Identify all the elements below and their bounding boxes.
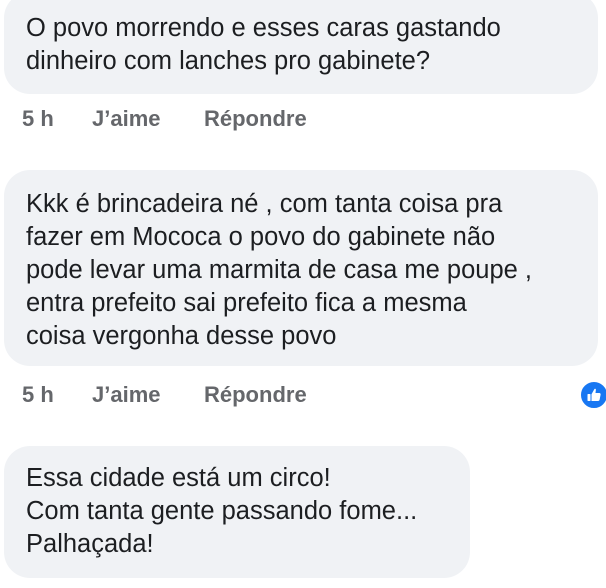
- comment-bubble: O povo morrendo e esses caras gastando d…: [4, 0, 598, 94]
- reaction-summary[interactable]: 3: [579, 380, 606, 410]
- comment-timestamp[interactable]: 5 h: [22, 380, 54, 410]
- comment-text-line: fazer em Mococa o povo do gabinete não: [26, 223, 496, 251]
- comment-text-line: Com tanta gente passando fome...: [26, 497, 418, 525]
- reply-button[interactable]: Répondre: [204, 104, 307, 134]
- comment-actions: 5 h J’aime Répondre 3: [22, 380, 606, 410]
- reply-button[interactable]: Répondre: [204, 380, 307, 410]
- comment-text-line: O povo morrendo e esses caras gastando: [26, 14, 501, 42]
- comment-timestamp[interactable]: 5 h: [22, 104, 54, 134]
- comment-text-line: dinheiro com lanches pro gabinete?: [26, 47, 431, 75]
- comment-text-line: Palhaçada!: [26, 530, 154, 558]
- comment-text-line: pode levar uma marmita de casa me poupe …: [26, 256, 533, 284]
- comment-text-line: Essa cidade está um circo!: [26, 464, 331, 492]
- thumbs-up-icon: [579, 380, 606, 410]
- comment-actions: 5 h J’aime Répondre: [22, 104, 596, 134]
- comment-text-line: entra prefeito sai prefeito fica a mesma: [26, 289, 467, 317]
- comment-text-line: coisa vergonha desse povo: [26, 322, 337, 350]
- comment-text-line: Kkk é brincadeira né , com tanta coisa p…: [26, 190, 503, 218]
- like-button[interactable]: J’aime: [92, 380, 161, 410]
- like-button[interactable]: J’aime: [92, 104, 161, 134]
- comment-bubble: Kkk é brincadeira né , com tanta coisa p…: [4, 170, 598, 366]
- comment-bubble: Essa cidade está um circo! Com tanta gen…: [4, 446, 470, 578]
